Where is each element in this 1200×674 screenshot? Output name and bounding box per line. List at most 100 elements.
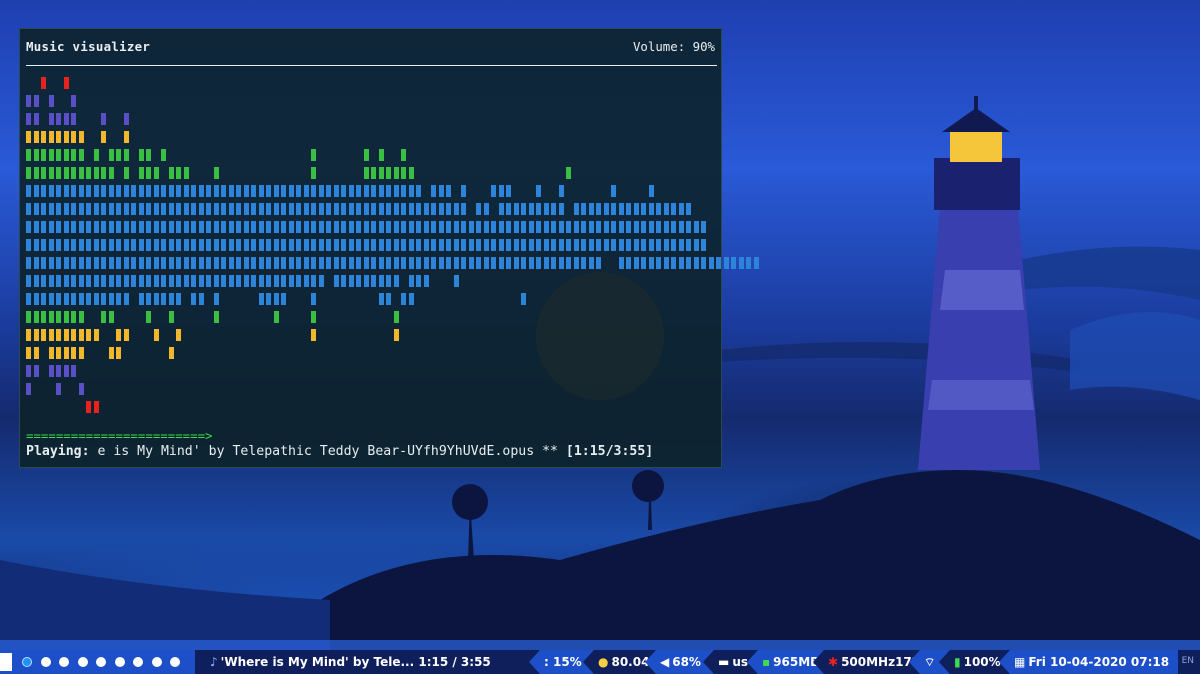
visualizer-bar	[378, 203, 384, 215]
visualizer-bar	[93, 203, 99, 215]
visualizer-bar	[618, 239, 624, 251]
visualizer-bar	[168, 257, 174, 269]
visualizer-bar	[288, 221, 294, 233]
workspace-dot[interactable]	[40, 657, 51, 667]
workspace-dot[interactable]	[151, 657, 162, 667]
language-indicator[interactable]: EN	[1182, 656, 1194, 666]
visualizer-bar	[26, 365, 31, 377]
visualizer-bar	[311, 203, 316, 215]
visualizer-bar	[213, 221, 219, 233]
visualizer-bar	[86, 203, 91, 215]
visualizer-bar	[513, 257, 519, 269]
visualizer-bar	[176, 329, 181, 341]
visualizer-bar	[596, 203, 601, 215]
visualizer-bar	[453, 221, 459, 233]
visualizer-bar	[558, 239, 564, 251]
visualizer-bar	[393, 185, 399, 197]
visualizer-bar	[71, 203, 76, 215]
clock-widget[interactable]: ▦ Fri 10-04-2020 07:18	[999, 650, 1178, 674]
visualizer-bar	[236, 221, 241, 233]
visualizer-bar	[461, 221, 466, 233]
visualizer-bar	[446, 239, 451, 251]
visualizer-bar	[191, 185, 196, 197]
visualizer-bar	[581, 239, 586, 251]
visualizer-bar	[341, 239, 346, 251]
visualizer-row	[26, 149, 716, 161]
visualizer-bar	[333, 239, 339, 251]
visualizer-bar	[78, 203, 84, 215]
visualizer-bar	[108, 257, 114, 269]
visualizer-bar	[78, 221, 84, 233]
workspace-dot[interactable]	[77, 657, 88, 667]
visualizer-bar	[33, 149, 39, 161]
visualizer-row	[26, 131, 716, 143]
visualizer-bar	[63, 185, 69, 197]
visualizer-row	[26, 239, 716, 251]
visualizer-bar	[566, 221, 571, 233]
visualizer-bar	[123, 275, 129, 287]
visualizer-bar	[371, 239, 376, 251]
cpu-frequency-widget[interactable]: ✱ 500MHz17%	[813, 650, 924, 674]
now-playing-widget[interactable]: ♪ 'Where is My Mind' by Tele... 1:15 / 3…	[210, 650, 530, 674]
visualizer-bar	[213, 293, 219, 305]
music-visualizer-terminal[interactable]: Music visualizer Volume: 90% ===========…	[19, 28, 759, 468]
visualizer-bar	[48, 275, 54, 287]
visualizer-bar	[678, 203, 684, 215]
visualizer-bar	[26, 383, 31, 395]
workspace-dot[interactable]	[170, 657, 180, 667]
visualizer-bar	[236, 257, 241, 269]
visualizer-bar	[296, 203, 301, 215]
visualizer-bar	[146, 185, 151, 197]
visualizer-bar	[191, 239, 196, 251]
visualizer-bar	[498, 239, 504, 251]
workspace-dot[interactable]	[59, 657, 69, 667]
visualizer-bar	[56, 113, 61, 125]
visualizer-bar	[626, 239, 631, 251]
visualizer-bar	[386, 203, 391, 215]
visualizer-bar	[33, 275, 39, 287]
visualizer-bar	[476, 221, 481, 233]
visualizer-bar	[648, 185, 654, 197]
visualizer-bar	[438, 221, 444, 233]
workspace-dot[interactable]	[22, 657, 32, 667]
visualizer-bar	[101, 131, 106, 143]
visualizer-bar	[108, 347, 114, 359]
visualizer-bar	[551, 257, 556, 269]
visualizer-bar	[206, 239, 211, 251]
visualizer-bar	[221, 221, 226, 233]
visualizer-bar	[41, 167, 46, 179]
visualizer-bar	[63, 113, 69, 125]
visualizer-bar	[191, 293, 196, 305]
visualizer-bar	[116, 329, 121, 341]
wifi-icon: ⌔	[924, 654, 936, 669]
visualizer-bar	[318, 239, 324, 251]
visualizer-bar	[221, 275, 226, 287]
visualizer-bar	[326, 257, 331, 269]
visualizer-bar	[506, 257, 511, 269]
visualizer-row	[26, 293, 716, 305]
visualizer-bar	[281, 221, 286, 233]
visualizer-bar	[213, 203, 219, 215]
visualizer-bar	[701, 239, 706, 251]
visualizer-bar	[123, 293, 129, 305]
visualizer-bar	[431, 239, 436, 251]
visualizer-bar	[378, 275, 384, 287]
visualizer-bar	[273, 203, 279, 215]
visualizer-bar	[341, 221, 346, 233]
visualizer-bar	[258, 293, 264, 305]
visualizer-bar	[48, 257, 54, 269]
visualizer-bar	[266, 185, 271, 197]
visualizer-bar	[521, 221, 526, 233]
visualizer-bar	[333, 221, 339, 233]
workspace-dot[interactable]	[96, 657, 106, 667]
visualizer-bar	[318, 275, 324, 287]
workspace-dot[interactable]	[133, 657, 143, 667]
visualizer-bar	[71, 275, 76, 287]
visualizer-bar	[641, 221, 646, 233]
visualizer-bar	[213, 185, 219, 197]
keyboard-layout: us	[732, 655, 749, 669]
visualizer-row	[26, 221, 716, 233]
visualizer-bar	[498, 257, 504, 269]
visualizer-bar	[528, 257, 534, 269]
workspace-dot[interactable]	[114, 657, 125, 667]
